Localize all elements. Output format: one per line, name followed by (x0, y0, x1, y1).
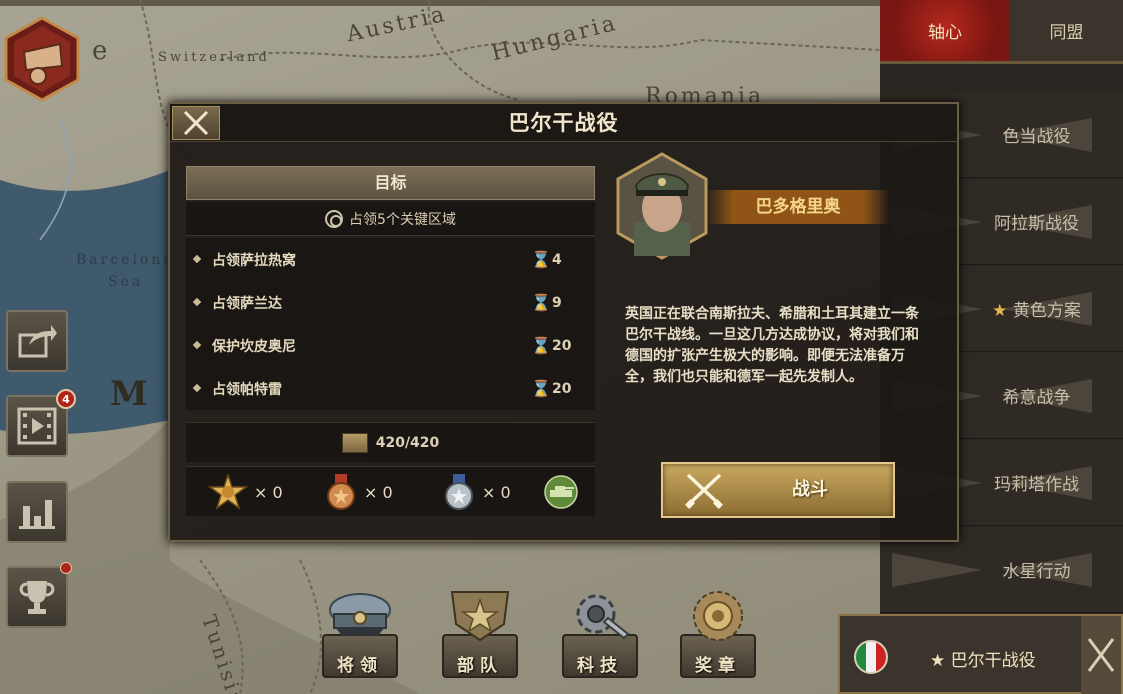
notification-badge: 4 (56, 389, 76, 409)
medals-label: 奖章 (695, 656, 741, 675)
fight-button[interactable]: 战斗 (661, 462, 895, 518)
hourglass-icon: ⌛ (531, 293, 551, 312)
reward-tank (544, 475, 578, 509)
hourglass-icon: ⌛ (531, 379, 551, 398)
campaign-label: 水星行动 (1002, 562, 1071, 582)
reward-bronze-medal: × 0 (324, 474, 393, 510)
objective-list: 占领萨拉热窝 ⌛ 4 占领萨兰达 ⌛ 9 保护坎皮奥尼 ⌛ 20 占领帕特雷 ⌛… (186, 238, 595, 410)
objective-row: 保护坎皮奥尼 ⌛ 20 (186, 324, 595, 367)
officer-cap-icon (329, 593, 391, 636)
selected-campaign-label: ★ 巴尔干战役 (930, 651, 1036, 671)
officer-emblem-icon (4, 16, 80, 102)
dialog-title: 巴尔干战役 (508, 111, 619, 135)
units-button[interactable]: 部队 (442, 588, 518, 678)
main-goal-text: 占领5个关键区域 (349, 211, 456, 228)
supply-value: 420/420 (375, 434, 440, 451)
bullet-icon (192, 254, 202, 264)
medals-button[interactable]: 奖章 (680, 588, 756, 678)
bullet-icon (192, 383, 202, 393)
general-portrait[interactable] (616, 152, 708, 260)
campaign-label-text: 黄色方案 (1012, 301, 1081, 321)
selected-campaign[interactable]: ★ 巴尔干战役 (838, 614, 1123, 694)
star-icon: ★ (992, 301, 1008, 321)
close-button[interactable] (172, 106, 220, 140)
statistics-button[interactable] (6, 481, 68, 543)
army-star-shield-icon (450, 591, 510, 642)
italy-flag-icon (854, 640, 888, 674)
gear-wrench-icon (576, 594, 630, 640)
achievements-button[interactable] (6, 562, 72, 628)
supply-row: 420/420 (186, 422, 595, 462)
replay-button[interactable]: 4 (6, 389, 76, 457)
objective-name: 占领帕特雷 (212, 381, 282, 398)
objectives-panel: 目标 占领5个关键区域 占领萨拉热窝 ⌛ 4 占领萨兰达 ⌛ 9 保护坎皮奥尼 … (186, 166, 595, 516)
general-avatar (616, 152, 708, 260)
fight-label: 战斗 (792, 479, 828, 500)
gold-star-medal-icon (208, 474, 248, 510)
close-icon (183, 110, 209, 136)
main-goal: 占领5个关键区域 (186, 202, 595, 236)
film-play-icon (17, 407, 57, 445)
reward-count: × 0 (482, 482, 511, 502)
campaign-description: 英国正在联合南斯拉夫、希腊和土耳其建立一条巴尔干战线。一旦这几方达成协议，将对我… (625, 306, 919, 385)
map-label-sea: Sea (108, 274, 144, 290)
crossed-rifles-icon (685, 473, 723, 509)
medal-icon (693, 591, 743, 641)
map-label-barcelona: Barcelona (76, 252, 175, 268)
objective-row: 占领萨兰达 ⌛ 9 (186, 281, 595, 324)
supply-crate-icon (341, 432, 368, 453)
map-label-m: M (110, 374, 151, 414)
bullet-icon (192, 340, 202, 350)
faction-tabs: 轴心 同盟 (880, 0, 1123, 64)
crossed-rifles-icon-box (663, 464, 745, 516)
units-label: 部队 (457, 656, 503, 675)
reward-count: × 0 (364, 482, 393, 502)
share-button[interactable] (6, 310, 68, 372)
notification-dot (60, 562, 72, 574)
bronze-medal-icon (327, 474, 355, 510)
tab-allies[interactable]: 同盟 (1010, 0, 1123, 61)
objective-name: 占领萨拉热窝 (212, 252, 296, 269)
objective-name: 保护坎皮奥尼 (212, 338, 296, 355)
technology-button[interactable]: 科技 (562, 588, 638, 678)
reward-silver-medal: × 0 (442, 474, 511, 510)
general-name: 巴多格里奥 (706, 190, 890, 224)
trophy-icon (19, 581, 55, 614)
tab-axis[interactable]: 轴心 (880, 0, 1010, 61)
share-icon (18, 325, 57, 358)
reward-count: × 0 (254, 482, 283, 502)
objective-name: 占领萨兰达 (212, 295, 282, 312)
map-label-e: e (92, 36, 111, 66)
bullet-icon (192, 297, 202, 307)
objective-turns: 9 (552, 294, 562, 311)
generals-label: 将领 (337, 656, 383, 675)
map-label-switzerland: Switzerland (158, 50, 270, 65)
technology-label: 科技 (577, 656, 623, 675)
crossed-rifles-icon (1087, 638, 1115, 672)
hourglass-icon: ⌛ (531, 250, 551, 269)
objective-row: 占领萨拉热窝 ⌛ 4 (186, 238, 595, 281)
hourglass-icon: ⌛ (531, 336, 551, 355)
reward-gold-star: × 0 (208, 474, 283, 510)
silver-medal-icon (445, 474, 473, 510)
objectives-header: 目标 (186, 166, 595, 200)
target-icon (325, 209, 344, 228)
bar-chart-icon (19, 500, 55, 529)
objective-turns: 4 (552, 251, 562, 268)
campaign-dialog: 巴尔干战役 目标 占领5个关键区域 占领萨拉热窝 ⌛ 4 占领萨兰达 ⌛ 9 保… (168, 102, 959, 542)
rewards-row: × 0 × 0 × 0 (186, 466, 595, 516)
faction-emblem[interactable] (4, 16, 80, 102)
crossed-rifles-button[interactable] (1081, 616, 1121, 694)
generals-button[interactable]: 将领 (322, 588, 398, 678)
objective-turns: 20 (552, 380, 572, 397)
objective-row: 占领帕特雷 ⌛ 20 (186, 367, 595, 410)
tank-icon (544, 475, 578, 509)
objective-turns: 20 (552, 337, 572, 354)
